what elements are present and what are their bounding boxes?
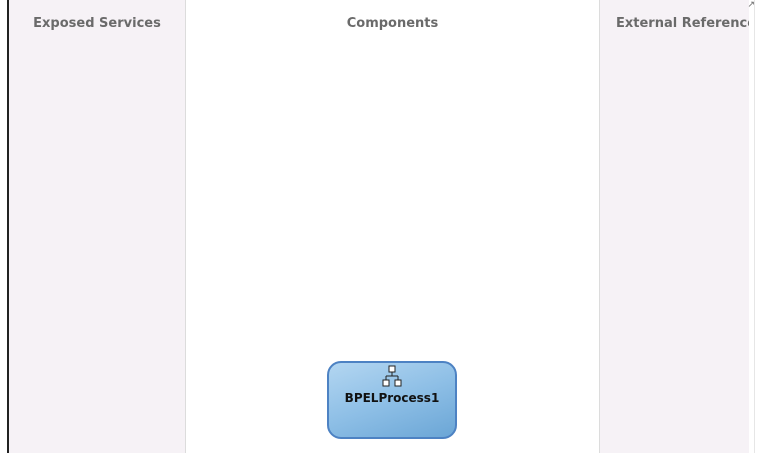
exposed-services-header: Exposed Services: [33, 16, 161, 31]
bpel-process-component[interactable]: BPELProcess1: [327, 361, 457, 439]
external-references-lane[interactable]: External Reference: [599, 0, 751, 453]
resize-handle-icon[interactable]: ↗: [747, 0, 754, 10]
external-references-header: External Reference: [616, 16, 750, 31]
composite-editor-canvas[interactable]: Exposed Services Components External Ref…: [7, 0, 755, 453]
canvas-right-edge: ↗: [747, 0, 754, 453]
component-label: BPELProcess1: [344, 391, 440, 405]
bpel-process-icon: [382, 365, 402, 387]
exposed-services-lane[interactable]: Exposed Services: [9, 0, 186, 453]
components-header: Components: [346, 16, 439, 31]
